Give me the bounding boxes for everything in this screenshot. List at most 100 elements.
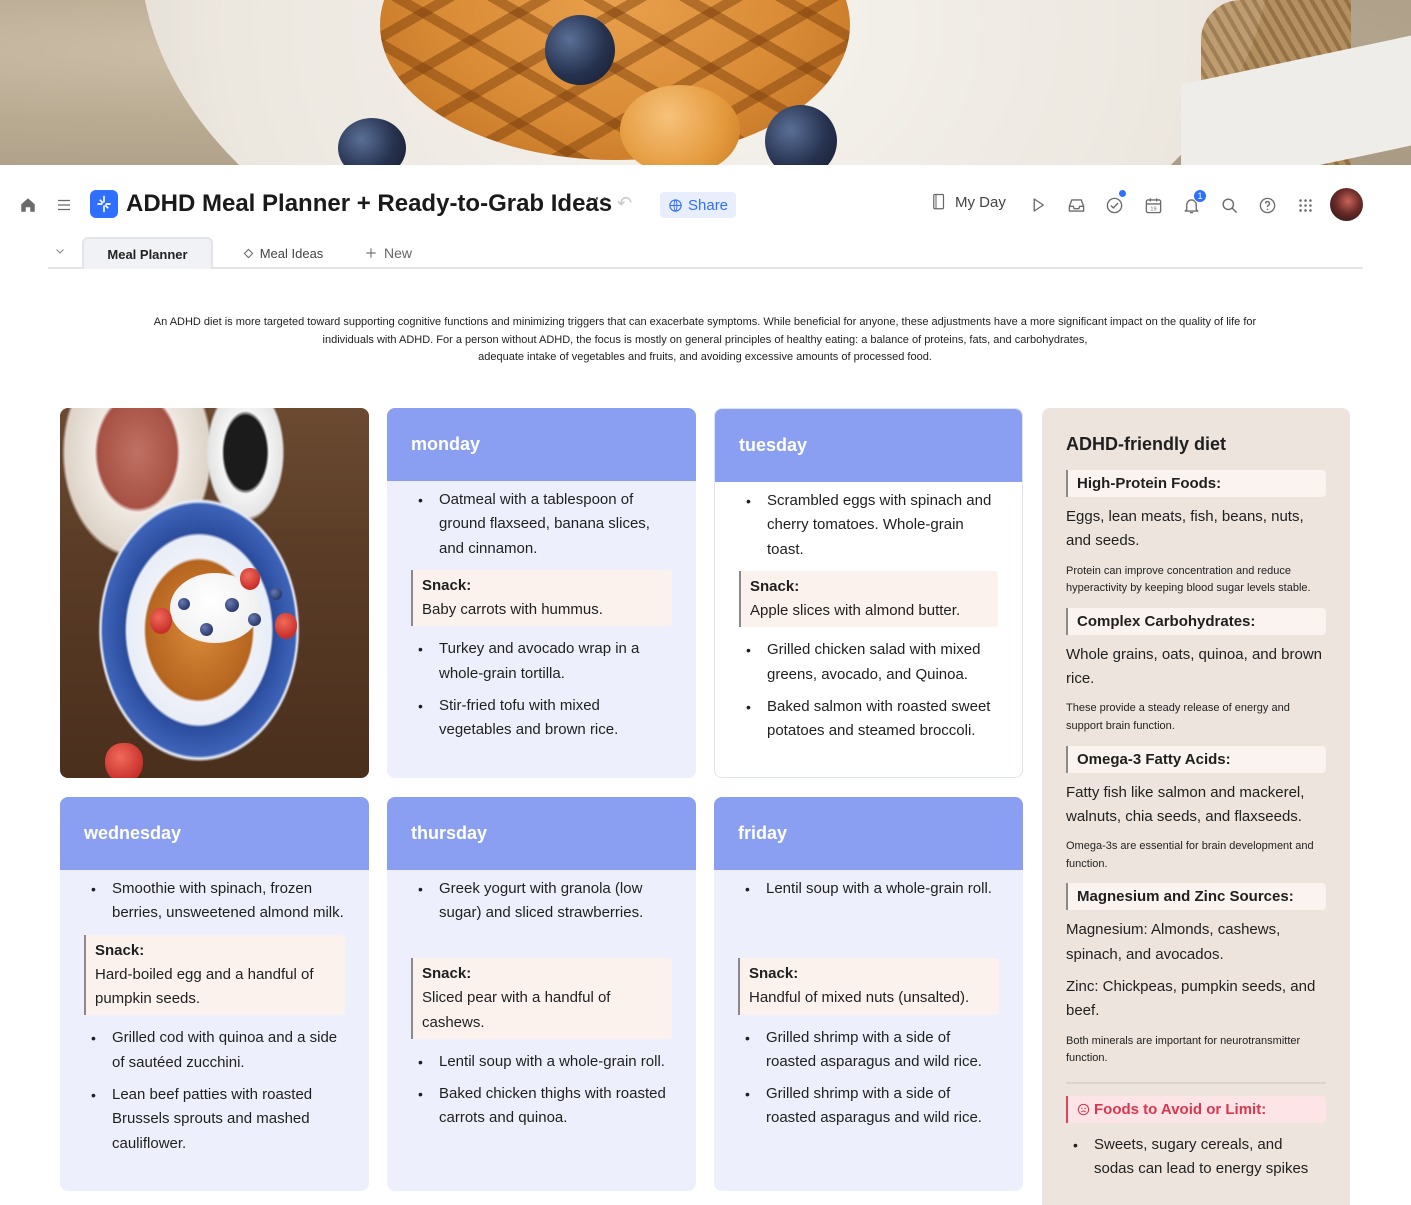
- new-tab-label: New: [384, 245, 413, 261]
- diet-section-text: Zinc: Chickpeas, pumpkin seeds, and beef…: [1066, 977, 1316, 1020]
- day-card-tuesday: tuesday Scrambled eggs with spinach and …: [714, 408, 1023, 778]
- list-item: Grilled chicken salad with mixed greens,…: [739, 638, 998, 687]
- app-logo-icon[interactable]: [90, 190, 118, 218]
- avoid-heading: Foods to Avoid or Limit:: [1066, 1095, 1326, 1123]
- snack-text: Baby carrots with hummus.: [422, 601, 603, 619]
- diet-section-note: These provide a steady release of energy…: [1066, 702, 1290, 732]
- list-item: Lean beef patties with roasted Brussels …: [84, 1083, 345, 1156]
- list-item: Sweets, sugary cereals, and sodas can le…: [1066, 1133, 1326, 1182]
- day-title: monday: [387, 408, 696, 481]
- diet-section-note: Omega-3s are essential for brain develop…: [1066, 840, 1314, 870]
- diet-title: ADHD-friendly diet: [1066, 434, 1227, 454]
- snack-label: Snack:: [749, 965, 799, 982]
- list-item: Baked chicken thighs with roasted carrot…: [411, 1082, 672, 1131]
- divider: [1066, 1081, 1326, 1084]
- avatar[interactable]: [1330, 188, 1363, 221]
- diet-section-heading: Magnesium and Zinc Sources:: [1066, 883, 1326, 911]
- plus-icon: [366, 248, 376, 258]
- my-day-button[interactable]: My Day: [931, 193, 1006, 211]
- home-icon[interactable]: [16, 193, 40, 217]
- list-item: Oatmeal with a tablespoon of ground flax…: [411, 488, 672, 561]
- diet-section-text: Magnesium: Almonds, cashews, spinach, an…: [1066, 921, 1281, 963]
- notification-count-badge: 1: [1193, 189, 1207, 203]
- tasks-badge: [1117, 188, 1128, 199]
- page-title: ADHD Meal Planner + Ready-to-Grab Ideas: [126, 190, 613, 217]
- chevron-down-icon[interactable]: [54, 245, 66, 260]
- diet-section-heading: Omega-3 Fatty Acids:: [1066, 745, 1326, 773]
- apps-grid-icon[interactable]: [1293, 193, 1317, 217]
- snack-text: Sliced pear with a handful of cashews.: [422, 989, 611, 1031]
- diamond-icon: [243, 248, 254, 258]
- diet-section-note: Both minerals are important for neurotra…: [1066, 1034, 1301, 1065]
- snack-label: Snack:: [95, 941, 145, 959]
- diet-section-note: Protein can improve concentration and re…: [1066, 564, 1311, 595]
- list-item: Scrambled eggs with spinach and cherry t…: [739, 489, 998, 562]
- snack-label: Snack:: [422, 576, 472, 594]
- waffle-photo: [60, 408, 369, 778]
- diet-section-heading: Complex Carbohydrates:: [1066, 607, 1326, 635]
- list-item: Smoothie with spinach, frozen berries, u…: [84, 877, 345, 926]
- tab-meal-planner[interactable]: Meal Planner: [82, 237, 213, 269]
- list-item: Turkey and avocado wrap in a whole-grain…: [411, 637, 672, 686]
- intro-line: adequate intake of vegetables and fruits…: [478, 351, 932, 364]
- snack-callout: Snack: Baby carrots with hummus.: [411, 569, 672, 627]
- intro-line: An ADHD diet is more targeted toward sup…: [153, 316, 1257, 328]
- list-item: Lentil soup with a whole-grain roll.: [738, 877, 999, 902]
- snack-callout: Snack: Sliced pear with a handful of cas…: [411, 958, 672, 1039]
- play-icon[interactable]: [1026, 193, 1050, 217]
- diet-section-carbs: Complex Carbohydrates: Whole grains, oat…: [1066, 607, 1326, 736]
- notebook-icon: [933, 193, 945, 210]
- list-item: Grilled cod with quinoa and a side of sa…: [84, 1026, 345, 1075]
- inbox-icon[interactable]: [1064, 193, 1088, 217]
- more-options-icon[interactable]: ···: [586, 187, 609, 210]
- snack-callout: Snack: Handful of mixed nuts (unsalted).: [738, 958, 999, 1015]
- diet-section-text: Whole grains, oats, quinoa, and brown ri…: [1066, 645, 1322, 688]
- help-icon[interactable]: [1255, 193, 1279, 217]
- list-item: Lentil soup with a whole-grain roll.: [411, 1050, 672, 1075]
- calendar-icon[interactable]: 19: [1141, 193, 1165, 217]
- globe-icon: [669, 198, 682, 212]
- list-item: Baked salmon with roasted sweet potatoes…: [739, 695, 998, 744]
- snack-label: Snack:: [750, 577, 800, 595]
- day-card-wednesday: wednesday Smoothie with spinach, frozen …: [60, 797, 369, 1191]
- menu-icon[interactable]: [52, 193, 76, 217]
- diet-section-text: Eggs, lean meats, fish, beans, nuts, and…: [1066, 508, 1304, 550]
- day-title: tuesday: [715, 409, 1022, 482]
- tab-label: Meal Ideas: [259, 245, 324, 261]
- day-title: wednesday: [60, 797, 369, 870]
- snack-text: Apple slices with almond butter.: [750, 602, 961, 620]
- cover-banner-image: [0, 0, 1411, 165]
- page-header: ADHD Meal Planner + Ready-to-Grab Ideas …: [0, 185, 1411, 225]
- day-card-friday: friday Lentil soup with a whole-grain ro…: [714, 797, 1023, 1191]
- snack-label: Snack:: [422, 965, 472, 982]
- day-card-thursday: thursday Greek yogurt with granola (low …: [387, 797, 696, 1191]
- sad-face-icon: [1077, 1103, 1090, 1115]
- svg-text:19: 19: [1150, 206, 1156, 212]
- day-title: friday: [714, 797, 1023, 870]
- list-item: Greek yogurt with granola (low sugar) an…: [411, 877, 672, 926]
- undo-icon[interactable]: ↶: [617, 193, 632, 214]
- tab-meal-ideas[interactable]: Meal Ideas: [223, 237, 343, 269]
- list-item: Stir-fried tofu with mixed vegetables an…: [411, 694, 672, 743]
- snack-callout: Snack: Apple slices with almond butter.: [739, 570, 998, 628]
- snack-text: Handful of mixed nuts (unsalted).: [749, 989, 970, 1007]
- snack-callout: Snack: Hard-boiled egg and a handful of …: [84, 934, 345, 1016]
- search-icon[interactable]: [1217, 193, 1241, 217]
- list-item: Grilled shrimp with a side of roasted as…: [738, 1082, 999, 1131]
- intro-paragraph: An ADHD diet is more targeted toward sup…: [90, 314, 1320, 367]
- my-day-label: My Day: [955, 193, 1006, 211]
- view-tabs: Meal Planner Meal Ideas New: [48, 237, 1363, 269]
- share-button[interactable]: Share: [660, 192, 737, 218]
- diet-card: ADHD-friendly diet High-Protein Foods: E…: [1042, 408, 1350, 1205]
- share-label: Share: [688, 196, 729, 214]
- diet-section-heading: High-Protein Foods:: [1066, 470, 1326, 497]
- diet-section-minerals: Magnesium and Zinc Sources: Magnesium: A…: [1066, 883, 1326, 1067]
- new-tab-button[interactable]: New: [364, 245, 412, 261]
- intro-line: individuals with ADHD. For a person with…: [322, 333, 1088, 346]
- day-card-monday: monday Oatmeal with a tablespoon of grou…: [387, 408, 696, 778]
- day-title: thursday: [387, 797, 696, 870]
- diet-section-omega3: Omega-3 Fatty Acids: Fatty fish like sal…: [1066, 745, 1326, 874]
- tab-label: Meal Planner: [107, 246, 188, 262]
- list-item: Grilled shrimp with a side of roasted as…: [738, 1026, 999, 1075]
- diet-section-text: Fatty fish like salmon and mackerel, wal…: [1066, 783, 1305, 825]
